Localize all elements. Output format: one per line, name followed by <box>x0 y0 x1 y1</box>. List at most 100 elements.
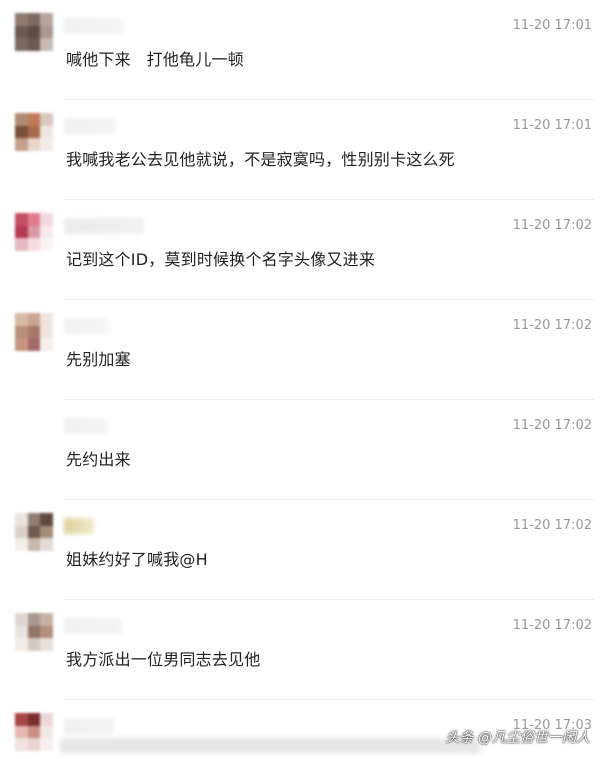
avatar-mosaic-cell <box>27 25 41 39</box>
avatar-mosaic-cell <box>27 138 41 151</box>
comment-item: 11-20 17:01 喊他下来 打他龟儿一顿 <box>0 0 602 100</box>
avatar-mosaic-cell <box>27 113 41 126</box>
avatar-mosaic-cell <box>15 425 28 439</box>
avatar-mosaic-cell <box>15 38 28 51</box>
comment-text: 我方派出一位男同志去见他 <box>66 650 261 669</box>
avatar-mosaic-cell <box>15 413 28 426</box>
avatar-mosaic-cell <box>40 513 53 526</box>
avatar-mosaic-cell <box>27 13 41 26</box>
avatar[interactable] <box>15 213 53 251</box>
avatar[interactable] <box>15 713 53 751</box>
avatar-mosaic-cell <box>15 325 28 339</box>
avatar-mosaic-cell <box>40 413 53 426</box>
avatar[interactable] <box>15 313 53 351</box>
avatar-mosaic-cell <box>27 338 41 351</box>
comment-timestamp: 11-20 17:02 <box>512 618 592 633</box>
avatar-mosaic-cell <box>40 713 53 726</box>
avatar-mosaic-cell <box>27 325 41 339</box>
avatar-mosaic-cell <box>40 425 53 439</box>
avatar-mosaic-cell <box>40 313 53 326</box>
avatar-mosaic-cell <box>40 213 53 226</box>
avatar-mosaic-cell <box>15 313 28 326</box>
avatar-mosaic-cell <box>40 125 53 139</box>
avatar-mosaic-cell <box>40 338 53 351</box>
redacted-text <box>60 738 480 754</box>
avatar-mosaic-cell <box>40 538 53 551</box>
username-redacted <box>64 418 108 434</box>
comment-item: 11-20 17:01 我喊我老公去见他就说，不是寂寞吗，性别别卡这么死 <box>0 100 602 200</box>
avatar-mosaic-cell <box>15 13 28 26</box>
avatar-mosaic-cell <box>27 438 41 451</box>
comment-text: 姐妹约好了喊我@H <box>66 550 208 569</box>
avatar-mosaic-cell <box>27 725 41 739</box>
comment-timestamp: 11-20 17:02 <box>512 218 592 233</box>
avatar-mosaic-cell <box>27 513 41 526</box>
avatar-mosaic-cell <box>15 613 28 626</box>
avatar-mosaic-cell <box>40 638 53 651</box>
comment-text: 先别加塞 <box>66 350 131 369</box>
comment-timestamp: 11-20 17:01 <box>512 118 592 133</box>
avatar[interactable] <box>15 13 53 51</box>
avatar-mosaic-cell <box>27 238 41 251</box>
avatar[interactable] <box>15 613 53 651</box>
comment-timestamp: 11-20 17:01 <box>512 18 592 33</box>
avatar-mosaic-cell <box>27 125 41 139</box>
avatar-mosaic-cell <box>40 525 53 539</box>
avatar-mosaic-cell <box>40 738 53 751</box>
avatar-mosaic-cell <box>15 125 28 139</box>
avatar-mosaic-cell <box>15 525 28 539</box>
avatar-mosaic-cell <box>15 238 28 251</box>
comment-item: 11-20 17:02 姐妹约好了喊我@H <box>0 500 602 600</box>
username-redacted <box>64 118 116 134</box>
avatar-mosaic-cell <box>40 725 53 739</box>
avatar-mosaic-cell <box>27 613 41 626</box>
avatar-mosaic-cell <box>40 38 53 51</box>
comment-item: 11-20 17:02 先约出来 <box>0 400 602 500</box>
avatar-mosaic-cell <box>15 513 28 526</box>
comment-item: 11-20 17:02 记到这个ID，莫到时候换个名字头像又进来 <box>0 200 602 300</box>
avatar-mosaic-cell <box>40 138 53 151</box>
avatar-mosaic-cell <box>15 438 28 451</box>
avatar-mosaic-cell <box>15 338 28 351</box>
avatar-mosaic-cell <box>15 213 28 226</box>
avatar-mosaic-cell <box>40 113 53 126</box>
avatar-mosaic-cell <box>15 713 28 726</box>
comment-item: 11-20 17:02 我方派出一位男同志去见他 <box>0 600 602 700</box>
watermark: 头条 @凡尘俗世一闲人 <box>445 730 590 746</box>
username-redacted <box>64 318 110 334</box>
avatar-mosaic-cell <box>15 138 28 151</box>
avatar[interactable] <box>15 513 53 551</box>
comment-text: 记到这个ID，莫到时候换个名字头像又进来 <box>66 250 376 269</box>
avatar-mosaic-cell <box>15 738 28 751</box>
comment-feed: 11-20 17:01 喊他下来 打他龟儿一顿 11-20 17:01 我喊我老… <box>0 0 602 759</box>
avatar-mosaic-cell <box>15 638 28 651</box>
avatar-mosaic-cell <box>27 638 41 651</box>
avatar-mosaic-cell <box>40 225 53 239</box>
avatar-mosaic-cell <box>40 238 53 251</box>
avatar-mosaic-cell <box>15 625 28 639</box>
avatar-mosaic-cell <box>40 13 53 26</box>
avatar[interactable] <box>15 413 53 451</box>
username-redacted <box>64 218 144 234</box>
avatar-mosaic-cell <box>15 725 28 739</box>
avatar-mosaic-cell <box>40 438 53 451</box>
avatar-mosaic-cell <box>27 38 41 51</box>
comment-timestamp: 11-20 17:02 <box>512 418 592 433</box>
comment-text: 喊他下来 打他龟儿一顿 <box>66 50 244 69</box>
comment-text: 先约出来 <box>66 450 131 469</box>
avatar-mosaic-cell <box>27 313 41 326</box>
avatar-mosaic-cell <box>27 225 41 239</box>
avatar-mosaic-cell <box>27 625 41 639</box>
avatar-mosaic-cell <box>40 325 53 339</box>
username-redacted <box>64 618 122 634</box>
avatar-mosaic-cell <box>27 538 41 551</box>
avatar-mosaic-cell <box>40 625 53 639</box>
comment-item: 11-20 17:02 先别加塞 <box>0 300 602 400</box>
avatar-mosaic-cell <box>15 538 28 551</box>
avatar-mosaic-cell <box>27 213 41 226</box>
avatar-mosaic-cell <box>15 25 28 39</box>
avatar[interactable] <box>15 113 53 151</box>
comment-timestamp: 11-20 17:02 <box>512 318 592 333</box>
username-redacted <box>64 718 114 734</box>
avatar-mosaic-cell <box>27 425 41 439</box>
